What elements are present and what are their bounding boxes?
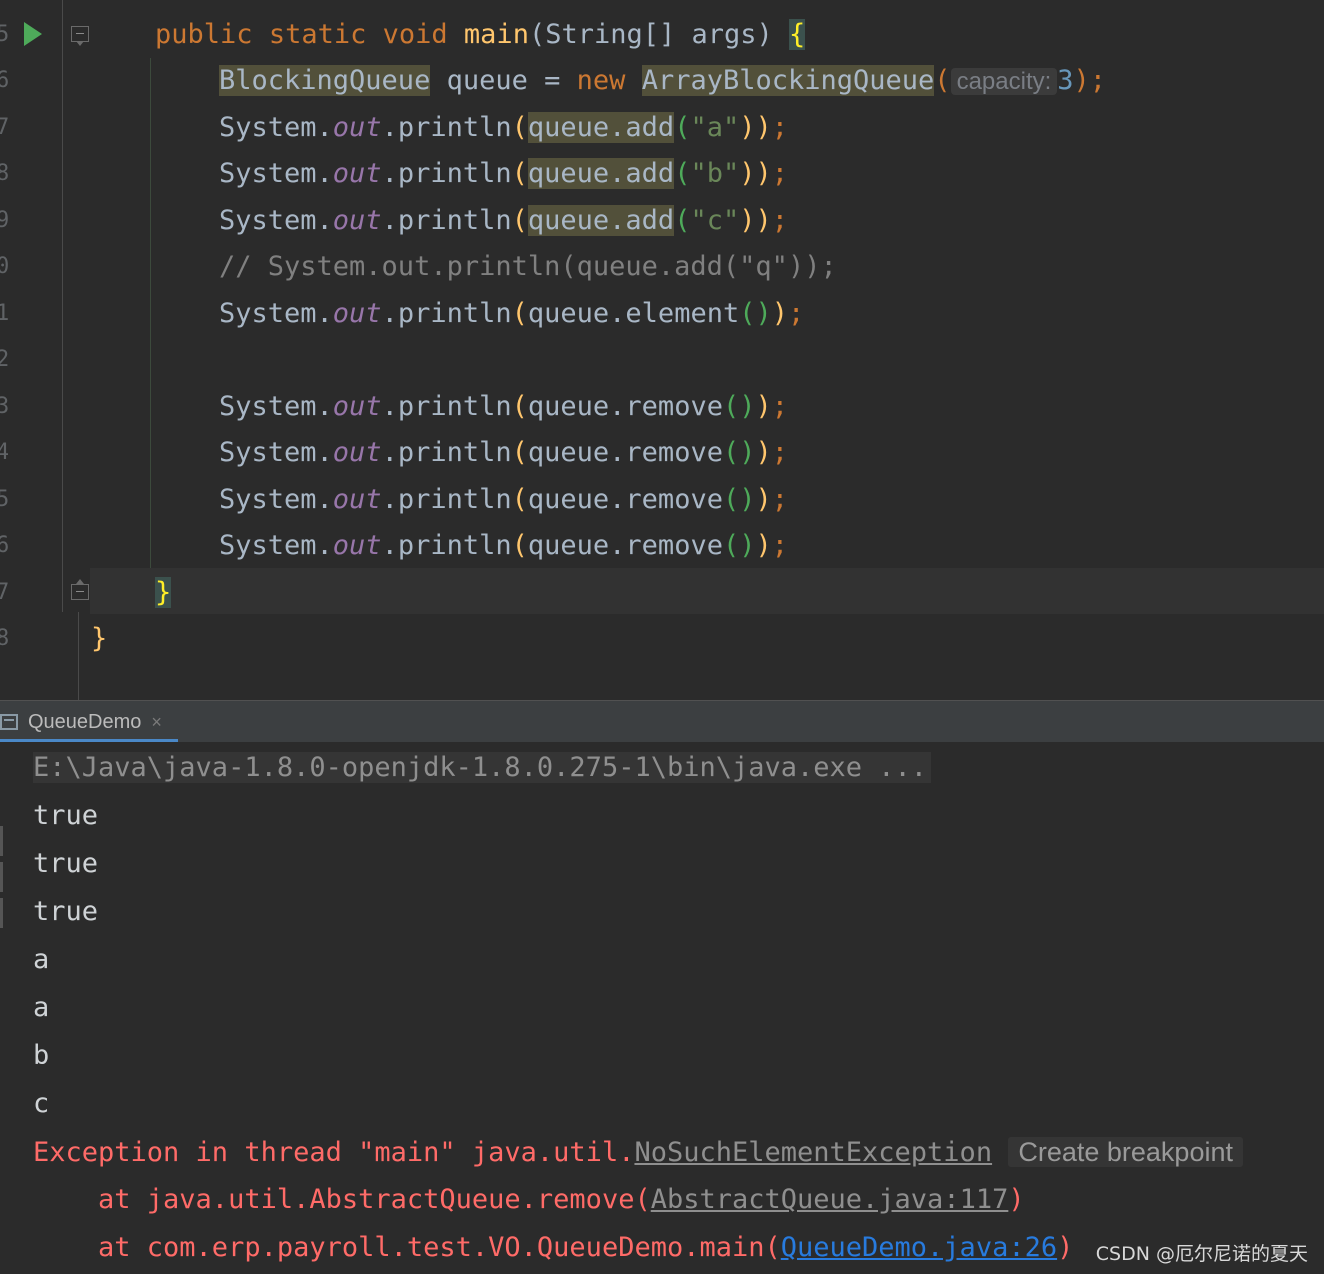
code-line[interactable]: System.out.println(queue.add("c"));: [219, 198, 788, 244]
close-icon[interactable]: ×: [151, 712, 162, 733]
line-number: 6: [0, 68, 8, 93]
line-number: 5: [0, 22, 8, 47]
console-icon: [0, 714, 18, 730]
line-number: 8: [0, 161, 8, 186]
code-line[interactable]: }: [91, 616, 107, 662]
fold-end-icon[interactable]: [71, 579, 89, 600]
indent-guide: [150, 58, 151, 568]
code-editor[interactable]: 5 6 7 8 9 0 1 2 3 4 5 6 7 8 public stati…: [0, 0, 1324, 700]
run-gutter-icon[interactable]: [24, 22, 42, 46]
code-line[interactable]: System.out.println(queue.element());: [219, 291, 804, 337]
run-tab-label: QueueDemo: [28, 710, 142, 733]
stack-frame-link[interactable]: QueueDemo.java:26: [781, 1232, 1057, 1263]
line-number: 3: [0, 394, 8, 419]
code-line[interactable]: System.out.println(queue.remove());: [219, 477, 788, 523]
line-number: 7: [0, 115, 8, 140]
run-console[interactable]: E:\Java\java-1.8.0-openjdk-1.8.0.275-1\b…: [0, 742, 1324, 1274]
code-line[interactable]: System.out.println(queue.remove());: [219, 384, 788, 430]
run-tool-window-header: QueueDemo ×: [0, 700, 1324, 743]
create-breakpoint-button[interactable]: Create breakpoint: [1008, 1137, 1243, 1167]
exception-line: Exception in thread "main" java.util.NoS…: [33, 1128, 1243, 1176]
line-number: 0: [0, 254, 8, 279]
code-comment-line[interactable]: // System.out.println(queue.add("q"));: [219, 244, 837, 290]
console-gutter-markers: [0, 826, 4, 936]
exception-class-link[interactable]: NoSuchElementException: [634, 1137, 992, 1168]
code-line[interactable]: System.out.println(queue.add("b"));: [219, 151, 788, 197]
stack-frame-link[interactable]: AbstractQueue.java:117: [651, 1184, 1009, 1215]
code-line[interactable]: BlockingQueue queue = new ArrayBlockingQ…: [219, 58, 1106, 104]
line-number: 2: [0, 347, 8, 372]
line-number: 8: [0, 626, 8, 651]
line-number: 7: [0, 580, 8, 605]
code-line[interactable]: System.out.println(queue.remove());: [219, 430, 788, 476]
watermark: CSDN @厄尔尼诺的夏天: [1095, 1243, 1308, 1265]
console-output-line: b: [33, 1040, 50, 1071]
line-number-gutter: 5 6 7 8 9 0 1 2 3 4 5 6 7 8: [0, 0, 8, 700]
fold-collapse-icon[interactable]: [71, 26, 89, 46]
gutter-divider: [78, 612, 79, 700]
console-output-line: c: [33, 1088, 50, 1119]
console-output-line: true: [33, 848, 99, 879]
line-number: 1: [0, 301, 8, 326]
run-tab-queuedemo[interactable]: QueueDemo ×: [0, 701, 178, 743]
line-number: 5: [0, 487, 8, 512]
code-line[interactable]: System.out.println(queue.remove());: [219, 523, 788, 569]
stack-frame-line: at java.util.AbstractQueue.remove(Abstra…: [33, 1184, 1025, 1215]
line-number: 4: [0, 440, 8, 465]
current-line-highlight: [90, 568, 1324, 614]
console-output-line: true: [33, 800, 99, 831]
code-line[interactable]: }: [155, 570, 172, 616]
console-output-line: a: [33, 992, 50, 1023]
console-output-line: a: [33, 944, 50, 975]
parameter-hint: capacity:: [950, 68, 1058, 95]
line-number: 6: [0, 533, 8, 558]
stack-frame-line: at com.erp.payroll.test.VO.QueueDemo.mai…: [33, 1232, 1074, 1263]
code-line[interactable]: public static void main(String[] args) {: [155, 12, 806, 58]
code-line[interactable]: System.out.println(queue.add("a"));: [219, 105, 788, 151]
line-number: 9: [0, 208, 8, 233]
gutter-divider: [62, 0, 63, 612]
console-command-line: E:\Java\java-1.8.0-openjdk-1.8.0.275-1\b…: [33, 744, 932, 792]
console-output-line: true: [33, 896, 99, 927]
